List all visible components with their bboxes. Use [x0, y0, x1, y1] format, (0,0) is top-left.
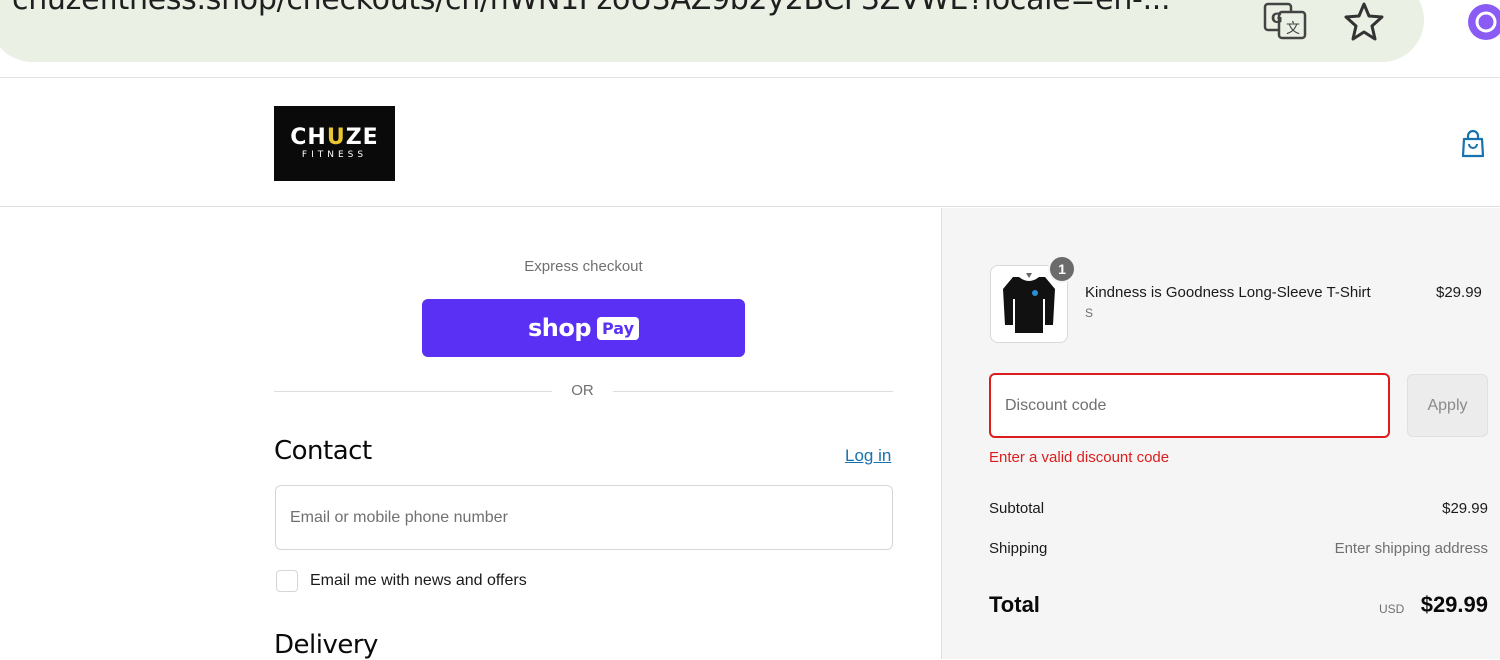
shop-pay-pay-badge: Pay — [597, 316, 640, 340]
translate-icon[interactable]: G 文 — [1263, 2, 1307, 40]
subtotal-label: Subtotal — [989, 500, 1045, 517]
product-price: $29.99 — [1436, 284, 1482, 301]
quantity-badge: 1 — [1048, 255, 1076, 283]
discount-error-message: Enter a valid discount code — [989, 449, 1170, 466]
contact-heading: Contact — [274, 436, 372, 466]
address-bar[interactable]: chuzefitness.shop/checkouts/cn/hWN1PzoU3… — [0, 0, 1424, 62]
bookmark-star-icon[interactable] — [1343, 0, 1385, 42]
or-text: OR — [571, 382, 594, 399]
extension-icon[interactable] — [1466, 2, 1500, 42]
shipping-label: Shipping — [989, 540, 1048, 557]
url-text[interactable]: chuzefitness.shop/checkouts/cn/hWN1PzoU3… — [12, 0, 1171, 17]
svg-text:G: G — [1271, 11, 1283, 27]
login-link[interactable]: Log in — [845, 446, 891, 466]
logo-text-u: U — [326, 125, 346, 150]
shop-pay-button[interactable]: shop Pay — [422, 299, 745, 357]
store-logo[interactable]: CHUZE FITNESS — [274, 106, 395, 181]
news-opt-in[interactable]: Email me with news and offers — [276, 570, 527, 592]
checkout-header: CHUZE FITNESS — [0, 79, 1500, 207]
apply-discount-button[interactable]: Apply — [1407, 374, 1488, 437]
divider-line-right — [613, 391, 893, 392]
express-checkout-label: Express checkout — [524, 258, 643, 275]
or-divider: OR — [274, 380, 893, 402]
delivery-heading: Delivery — [274, 630, 378, 660]
logo-text-pre: CH — [290, 125, 327, 150]
total-currency: USD — [1379, 602, 1405, 616]
logo-wordmark: CHUZE — [290, 127, 378, 149]
product-name: Kindness is Goodness Long-Sleeve T-Shirt — [1085, 284, 1371, 301]
shirt-image — [1003, 273, 1055, 333]
total-value: $29.99 — [1420, 592, 1488, 617]
svg-text:文: 文 — [1286, 21, 1300, 37]
logo-subtext: FITNESS — [301, 150, 368, 160]
news-checkbox-label: Email me with news and offers — [310, 572, 527, 589]
product-variant: S — [1085, 306, 1094, 320]
discount-code-input[interactable] — [989, 373, 1390, 438]
shopping-bag-icon[interactable] — [1458, 129, 1488, 159]
divider-line-left — [274, 391, 552, 392]
email-field[interactable] — [275, 485, 893, 550]
subtotal-value: $29.99 — [1442, 500, 1488, 517]
logo-text-post: ZE — [345, 125, 379, 150]
news-checkbox[interactable] — [276, 570, 298, 592]
shop-pay-shop-text: shop — [527, 314, 592, 342]
browser-toolbar: chuzefitness.shop/checkouts/cn/hWN1PzoU3… — [0, 0, 1500, 78]
shipping-value: Enter shipping address — [1334, 540, 1488, 557]
total-label: Total — [989, 592, 1040, 617]
